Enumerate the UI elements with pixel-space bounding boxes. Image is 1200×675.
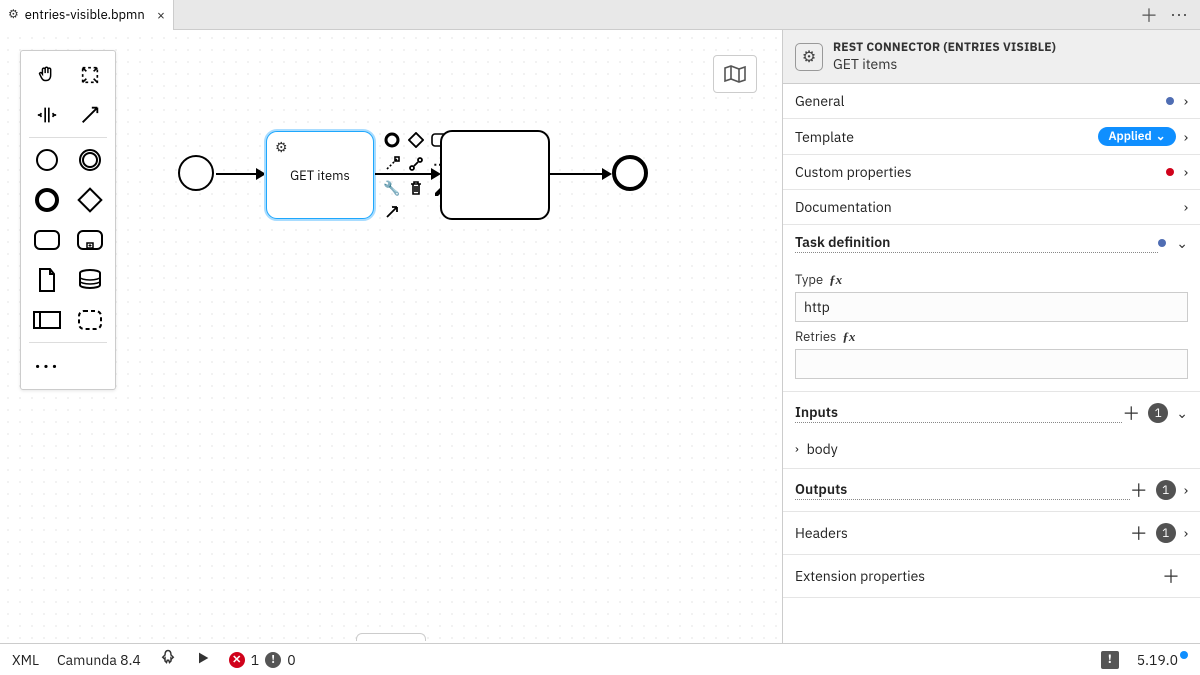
chevron-right-icon: › bbox=[1184, 163, 1188, 181]
chevron-down-icon: ⌄ bbox=[1176, 404, 1188, 422]
error-dot-icon bbox=[1166, 168, 1174, 176]
participant-tool[interactable] bbox=[25, 300, 68, 340]
arrow-icon bbox=[602, 168, 612, 180]
retries-label: Retriesƒx bbox=[795, 328, 1188, 345]
chevron-right-icon: › bbox=[795, 442, 799, 457]
panel-header: ⚙ REST CONNECTOR (ENTRIES VISIBLE) GET i… bbox=[783, 30, 1200, 84]
status-bar: XML Camunda 8.4 ✕ 1 ! 0 ! 5.19.0 bbox=[0, 643, 1200, 675]
sequence-flow[interactable] bbox=[550, 173, 608, 175]
end-event-tool[interactable] bbox=[25, 180, 68, 220]
chevron-right-icon: › bbox=[1184, 128, 1188, 146]
palette-more[interactable]: ··· bbox=[25, 345, 69, 385]
headers-count-badge: 1 bbox=[1156, 523, 1176, 543]
feedback-button[interactable]: ! bbox=[1101, 651, 1119, 669]
update-dot-icon bbox=[1180, 651, 1188, 659]
add-extension-button[interactable]: ＋ bbox=[1162, 563, 1180, 589]
close-tab-icon[interactable]: × bbox=[157, 6, 165, 24]
bpmn-end-event[interactable] bbox=[612, 155, 648, 191]
main-area: ··· ⚙ GET items ⚙ bbox=[0, 30, 1200, 643]
add-header-button[interactable]: ＋ bbox=[1130, 520, 1148, 546]
group-tool[interactable] bbox=[68, 300, 111, 340]
chevron-right-icon: › bbox=[1184, 481, 1188, 499]
gear-icon: ⚙ bbox=[275, 138, 288, 156]
pad-wrench-icon[interactable]: 🔧 bbox=[382, 178, 402, 198]
properties-panel: ⚙ REST CONNECTOR (ENTRIES VISIBLE) GET i… bbox=[782, 30, 1200, 643]
chevron-right-icon: › bbox=[1184, 524, 1188, 542]
pad-delete-icon[interactable] bbox=[406, 178, 426, 198]
group-task-definition[interactable]: Task definition ⌄ bbox=[783, 225, 1200, 261]
pad-replace[interactable] bbox=[406, 154, 426, 174]
group-template[interactable]: Template Applied⌄ › bbox=[783, 119, 1200, 154]
tab-filename: entries-visible.bpmn bbox=[25, 6, 145, 23]
group-outputs[interactable]: Outputs ＋ 1 › bbox=[783, 469, 1200, 511]
task-definition-body: Typeƒx Retriesƒx bbox=[783, 261, 1200, 391]
group-inputs[interactable]: Inputs ＋ 1 ⌄ bbox=[783, 392, 1200, 434]
new-tab-button[interactable]: ＋ bbox=[1140, 2, 1158, 28]
gear-icon: ⚙ bbox=[795, 43, 823, 71]
task-tool[interactable] bbox=[25, 220, 68, 260]
intermediate-event-tool[interactable] bbox=[68, 140, 111, 180]
panel-header-subtitle: GET items bbox=[833, 55, 1056, 73]
tab-menu-button[interactable]: ⋯ bbox=[1170, 3, 1188, 26]
status-dot-icon bbox=[1158, 239, 1166, 247]
inputs-count-badge: 1 bbox=[1148, 403, 1168, 423]
subprocess-tool[interactable] bbox=[68, 220, 111, 260]
pad-end-event[interactable] bbox=[382, 130, 402, 150]
error-icon: ✕ bbox=[229, 652, 245, 668]
minimap-toggle[interactable] bbox=[713, 55, 757, 93]
warning-icon: ! bbox=[265, 652, 281, 668]
group-custom-properties[interactable]: Custom properties › bbox=[783, 155, 1200, 189]
problems-indicator[interactable]: ✕ 1 ! 0 bbox=[229, 651, 296, 669]
bottom-panel-handle[interactable] bbox=[356, 633, 426, 641]
chevron-right-icon: › bbox=[1184, 92, 1188, 110]
panel-header-title: REST CONNECTOR (ENTRIES VISIBLE) bbox=[833, 40, 1056, 55]
app-root: ⚙ entries-visible.bpmn × ＋ ⋯ bbox=[0, 0, 1200, 675]
pad-annotation[interactable] bbox=[382, 154, 402, 174]
xml-toggle[interactable]: XML bbox=[12, 651, 39, 669]
chevron-down-icon: ⌄ bbox=[1176, 234, 1188, 252]
input-item-body[interactable]: › body bbox=[783, 434, 1200, 468]
sequence-flow[interactable] bbox=[375, 173, 437, 175]
add-output-button[interactable]: ＋ bbox=[1130, 477, 1148, 503]
tool-palette: ··· bbox=[20, 50, 116, 390]
start-event-tool[interactable] bbox=[25, 140, 68, 180]
add-input-button[interactable]: ＋ bbox=[1122, 400, 1140, 426]
group-documentation[interactable]: Documentation › bbox=[783, 190, 1200, 224]
data-store-tool[interactable] bbox=[68, 260, 111, 300]
pad-connect[interactable] bbox=[382, 202, 402, 222]
chevron-down-icon: ⌄ bbox=[1156, 129, 1166, 144]
bpmn-start-event[interactable] bbox=[178, 155, 214, 191]
type-input[interactable] bbox=[795, 292, 1188, 322]
version-label[interactable]: 5.19.0 bbox=[1137, 651, 1188, 669]
run-button[interactable] bbox=[195, 650, 211, 670]
chevron-right-icon: › bbox=[1184, 198, 1188, 216]
engine-label[interactable]: Camunda 8.4 bbox=[57, 651, 141, 669]
bpmn-task-selected[interactable]: ⚙ GET items bbox=[265, 130, 375, 220]
fx-icon: ƒx bbox=[842, 329, 855, 345]
group-extension-properties[interactable]: Extension properties ＋ bbox=[783, 555, 1200, 597]
group-headers[interactable]: Headers ＋ 1 › bbox=[783, 512, 1200, 554]
task-label: GET items bbox=[290, 167, 350, 184]
global-connect-tool[interactable] bbox=[68, 95, 111, 135]
fx-icon: ƒx bbox=[829, 272, 842, 288]
group-general[interactable]: General › bbox=[783, 84, 1200, 118]
diagram-canvas[interactable]: ··· ⚙ GET items ⚙ bbox=[0, 30, 782, 643]
lasso-tool[interactable] bbox=[68, 55, 111, 95]
file-tab[interactable]: ⚙ entries-visible.bpmn × bbox=[0, 0, 174, 30]
pad-gateway[interactable] bbox=[406, 130, 426, 150]
tab-bar: ⚙ entries-visible.bpmn × ＋ ⋯ bbox=[0, 0, 1200, 30]
space-tool[interactable] bbox=[25, 95, 68, 135]
gateway-tool[interactable] bbox=[68, 180, 111, 220]
hand-tool[interactable] bbox=[25, 55, 68, 95]
retries-input[interactable] bbox=[795, 349, 1188, 379]
bpmn-task[interactable] bbox=[440, 130, 550, 220]
deploy-button[interactable] bbox=[159, 649, 177, 671]
type-label: Typeƒx bbox=[795, 271, 1188, 288]
outputs-count-badge: 1 bbox=[1156, 480, 1176, 500]
status-dot-icon bbox=[1166, 97, 1174, 105]
gear-icon: ⚙ bbox=[8, 7, 19, 22]
data-object-tool[interactable] bbox=[25, 260, 68, 300]
template-applied-badge[interactable]: Applied⌄ bbox=[1098, 127, 1175, 146]
